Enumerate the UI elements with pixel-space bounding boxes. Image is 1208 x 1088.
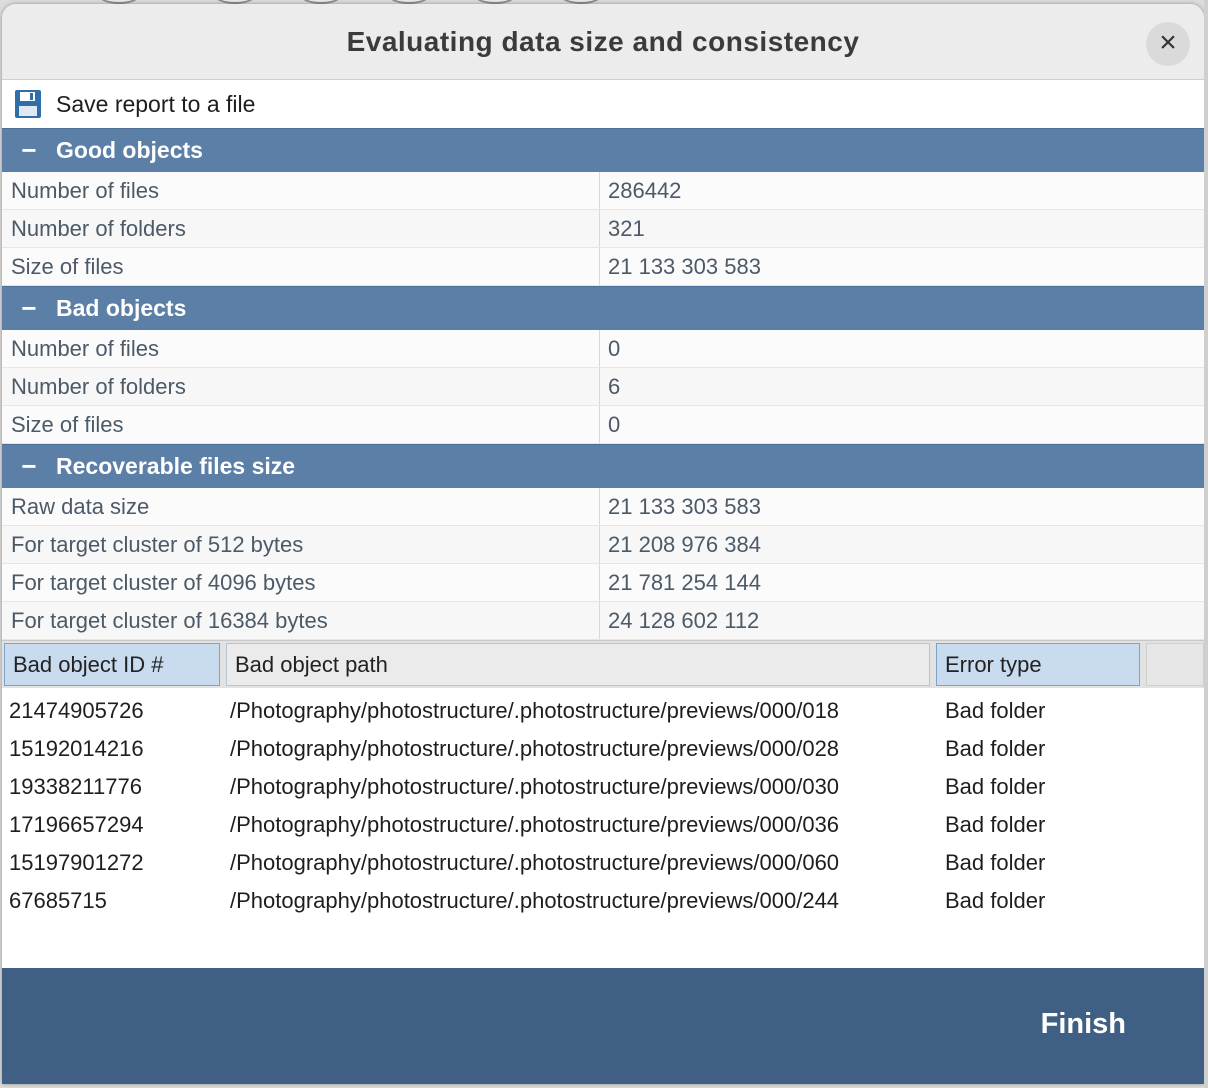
cell-error-type: Bad folder xyxy=(945,812,1046,837)
property-key: For target cluster of 16384 bytes xyxy=(2,602,600,639)
property-row: Raw data size 21 133 303 583 xyxy=(2,488,1204,526)
section-header-good-objects[interactable]: − Good objects xyxy=(2,128,1204,172)
property-value: 0 xyxy=(608,336,621,361)
cell-path: /Photography/photostructure/.photostruct… xyxy=(230,888,840,913)
property-value: 0 xyxy=(608,412,621,437)
table-row[interactable]: 15197901272 /Photography/photostructure/… xyxy=(2,844,1204,882)
cell-path: /Photography/photostructure/.photostruct… xyxy=(230,850,840,875)
property-value: 24 128 602 112 xyxy=(608,608,760,633)
property-value: 21 133 303 583 xyxy=(608,494,761,519)
cell-path: /Photography/photostructure/.photostruct… xyxy=(230,698,840,723)
table-row[interactable]: 15192014216 /Photography/photostructure/… xyxy=(2,730,1204,768)
minus-icon[interactable]: − xyxy=(2,293,56,324)
bad-objects-table: 21474905726 /Photography/photostructure/… xyxy=(2,688,1204,968)
property-row: For target cluster of 512 bytes 21 208 9… xyxy=(2,526,1204,564)
property-row: For target cluster of 16384 bytes 24 128… xyxy=(2,602,1204,640)
dialog-footer: Finish xyxy=(2,968,1204,1084)
close-button[interactable]: × xyxy=(1146,22,1190,66)
evaluation-dialog: Evaluating data size and consistency × S… xyxy=(2,4,1204,1084)
dialog-title: Evaluating data size and consistency xyxy=(346,26,860,57)
property-value: 6 xyxy=(608,374,621,399)
property-key: Size of files xyxy=(2,406,600,443)
table-row[interactable]: 67685715 /Photography/photostructure/.ph… xyxy=(2,882,1204,920)
property-value: 21 781 254 144 xyxy=(608,570,761,595)
cell-path: /Photography/photostructure/.photostruct… xyxy=(230,812,840,837)
property-key: Size of files xyxy=(2,248,600,285)
property-key: Number of folders xyxy=(2,368,600,405)
column-header-path[interactable]: Bad object path xyxy=(226,643,930,686)
save-report-button[interactable]: Save report to a file xyxy=(2,80,1204,128)
property-value: 286442 xyxy=(608,178,682,203)
cell-id: 15197901272 xyxy=(9,850,144,875)
minus-icon[interactable]: − xyxy=(2,135,56,166)
section-header-recoverable-files-size[interactable]: − Recoverable files size xyxy=(2,444,1204,488)
property-row: Number of folders 321 xyxy=(2,210,1204,248)
section-bad-objects: − Bad objects Number of files 0 Number o… xyxy=(2,286,1204,444)
property-row: Number of folders 6 xyxy=(2,368,1204,406)
section-title: Bad objects xyxy=(56,295,187,321)
property-key: Raw data size xyxy=(2,488,600,525)
property-key: Number of files xyxy=(2,330,600,367)
cell-error-type: Bad folder xyxy=(945,698,1046,723)
section-good-objects: − Good objects Number of files 286442 Nu… xyxy=(2,128,1204,286)
column-header-filler xyxy=(1146,643,1204,686)
window-edge xyxy=(1204,0,1208,1088)
cell-path: /Photography/photostructure/.photostruct… xyxy=(230,736,840,761)
section-title: Good objects xyxy=(56,137,203,163)
property-row: Number of files 0 xyxy=(2,330,1204,368)
cell-path: /Photography/photostructure/.photostruct… xyxy=(230,774,840,799)
close-icon: × xyxy=(1159,26,1177,59)
finish-button[interactable]: Finish xyxy=(1041,1008,1126,1041)
property-row: For target cluster of 4096 bytes 21 781 … xyxy=(2,564,1204,602)
property-row: Number of files 286442 xyxy=(2,172,1204,210)
dialog-titlebar: Evaluating data size and consistency × xyxy=(2,4,1204,80)
minus-icon[interactable]: − xyxy=(2,451,56,482)
cell-id: 19338211776 xyxy=(9,774,142,799)
table-row[interactable]: 21474905726 /Photography/photostructure/… xyxy=(2,692,1204,730)
property-value: 21 208 976 384 xyxy=(608,532,761,557)
section-recoverable-files-size: − Recoverable files size Raw data size 2… xyxy=(2,444,1204,640)
property-row: Size of files 0 xyxy=(2,406,1204,444)
section-title: Recoverable files size xyxy=(56,453,296,479)
property-key: Number of folders xyxy=(2,210,600,247)
cell-error-type: Bad folder xyxy=(945,736,1046,761)
table-row[interactable]: 19338211776 /Photography/photostructure/… xyxy=(2,768,1204,806)
cell-id: 67685715 xyxy=(9,888,107,913)
property-value: 21 133 303 583 xyxy=(608,254,761,279)
property-row: Size of files 21 133 303 583 xyxy=(2,248,1204,286)
property-key: Number of files xyxy=(2,172,600,209)
table-row[interactable]: 17196657294 /Photography/photostructure/… xyxy=(2,806,1204,844)
column-header-error-type[interactable]: Error type xyxy=(936,643,1140,686)
property-key: For target cluster of 512 bytes xyxy=(2,526,600,563)
cell-id: 21474905726 xyxy=(9,698,144,723)
cell-error-type: Bad folder xyxy=(945,850,1046,875)
save-report-label: Save report to a file xyxy=(56,90,256,117)
floppy-disk-icon xyxy=(15,90,41,118)
cell-error-type: Bad folder xyxy=(945,888,1046,913)
section-header-bad-objects[interactable]: − Bad objects xyxy=(2,286,1204,330)
property-value: 321 xyxy=(608,216,645,241)
cell-id: 15192014216 xyxy=(9,736,144,761)
cell-id: 17196657294 xyxy=(9,812,144,837)
cell-error-type: Bad folder xyxy=(945,774,1046,799)
property-key: For target cluster of 4096 bytes xyxy=(2,564,600,601)
bad-objects-table-header: Bad object ID # Bad object path Error ty… xyxy=(2,640,1204,688)
column-header-id[interactable]: Bad object ID # xyxy=(4,643,220,686)
